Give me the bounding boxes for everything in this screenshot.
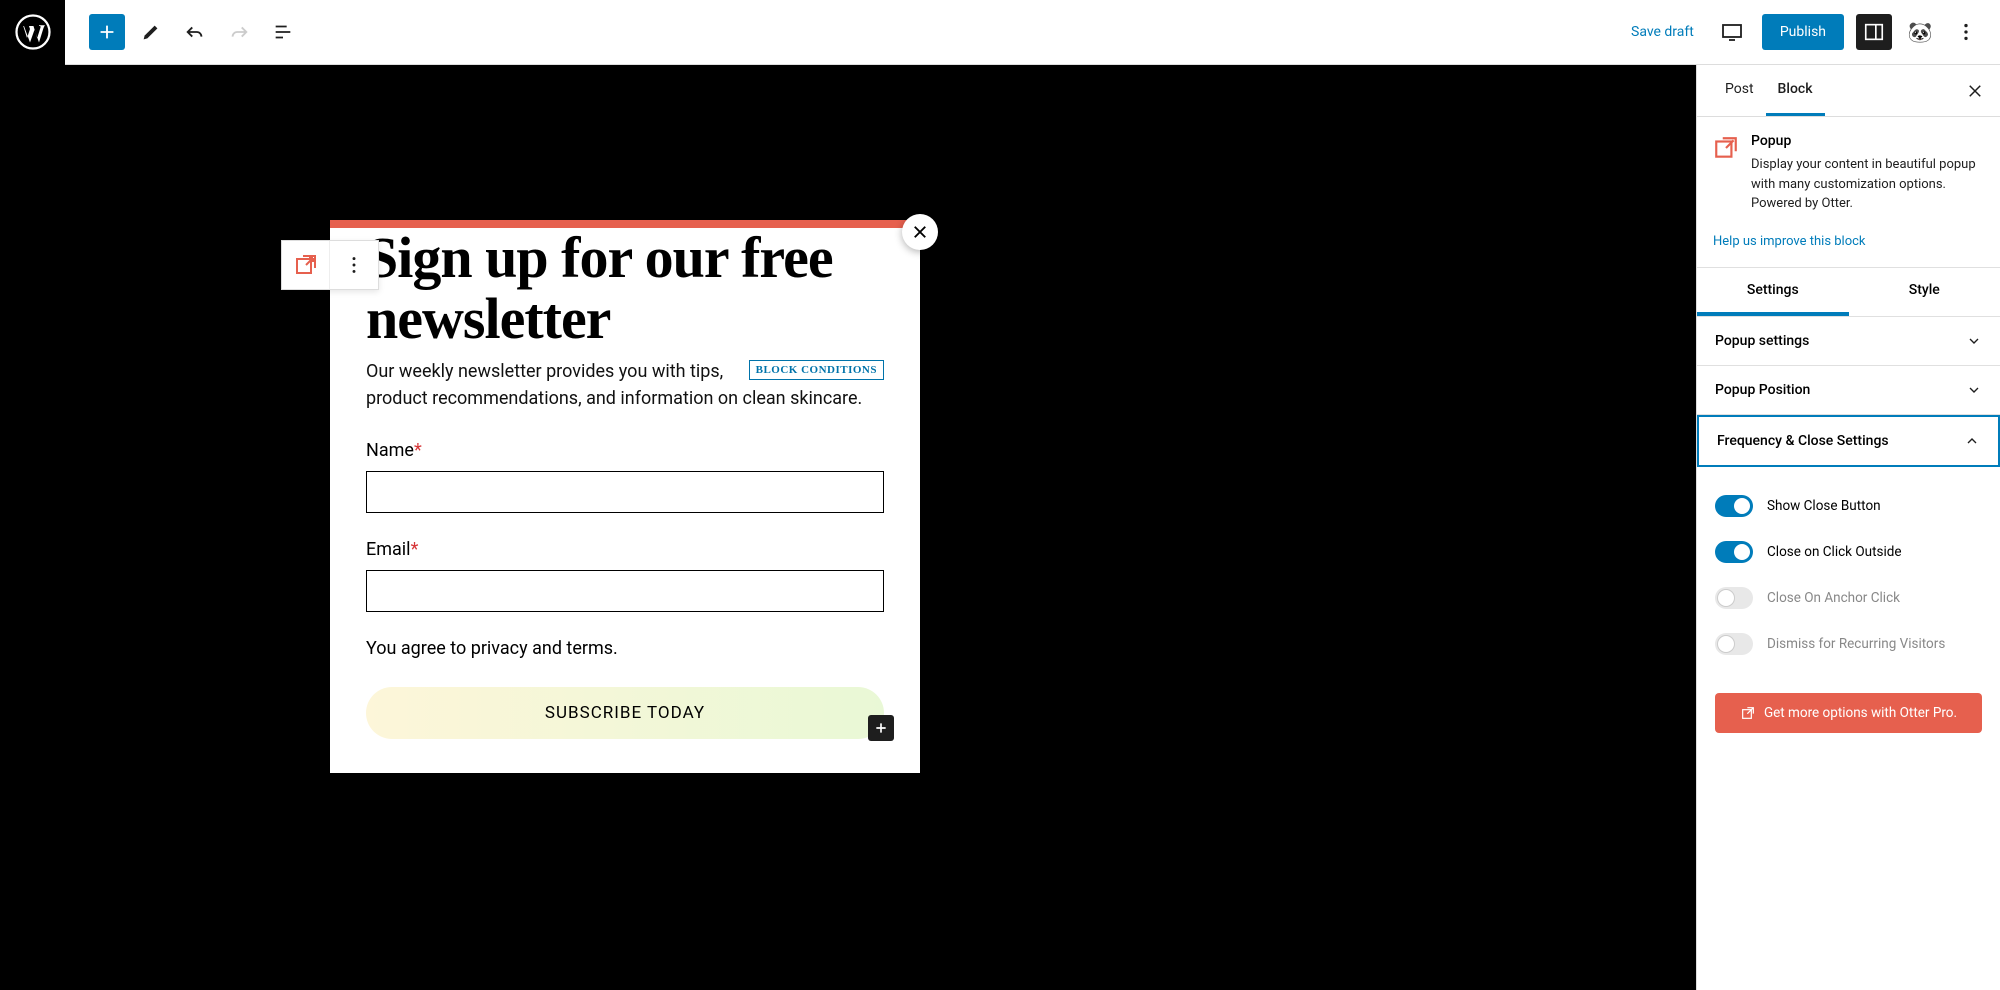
preview-button[interactable]: [1714, 14, 1750, 50]
block-toolbar: [281, 240, 379, 290]
panel-popup-position[interactable]: Popup Position: [1697, 366, 2000, 415]
otter-plugin-icon[interactable]: 🐼: [1904, 16, 1936, 48]
popup-heading[interactable]: Sign up for our free newsletter: [366, 228, 884, 350]
email-field-label: Email*: [366, 539, 884, 560]
popup-block[interactable]: Sign up for our free newsletter BLOCK CO…: [330, 220, 920, 773]
popup-terms-text[interactable]: You agree to privacy and terms.: [366, 638, 884, 659]
toggle-label: Close On Anchor Click: [1767, 590, 1900, 606]
chevron-down-icon: [1966, 333, 1982, 349]
panel-frequency-content: Show Close Button Close on Click Outside…: [1697, 467, 2000, 683]
document-outline-button[interactable]: [265, 14, 301, 50]
otter-pro-cta-label: Get more options with Otter Pro.: [1764, 705, 1957, 721]
name-input[interactable]: [366, 471, 884, 513]
help-improve-link[interactable]: Help us improve this block: [1697, 230, 2000, 267]
popup-close-button[interactable]: [902, 214, 938, 250]
toggle-dismiss-recurring[interactable]: [1715, 633, 1753, 655]
more-options-button[interactable]: [1948, 14, 1984, 50]
external-link-icon: [1740, 705, 1756, 721]
settings-sidebar: Post Block Popup Display your content in…: [1696, 65, 2000, 990]
add-block-button[interactable]: [89, 14, 125, 50]
block-description: Display your content in beautiful popup …: [1751, 155, 1984, 214]
email-input[interactable]: [366, 570, 884, 612]
subscribe-button[interactable]: SUBSCRIBE TODAY: [366, 687, 884, 739]
tab-block[interactable]: Block: [1766, 65, 1825, 116]
toggle-close-click-outside[interactable]: [1715, 541, 1753, 563]
append-block-button[interactable]: [868, 715, 894, 741]
toggle-label: Dismiss for Recurring Visitors: [1767, 636, 1945, 652]
otter-pro-cta[interactable]: Get more options with Otter Pro.: [1715, 693, 1982, 733]
tab-post[interactable]: Post: [1713, 65, 1766, 116]
subscribe-button-label: SUBSCRIBE TODAY: [545, 703, 705, 723]
toggle-label: Show Close Button: [1767, 498, 1881, 514]
name-field-label: Name*: [366, 440, 884, 461]
wordpress-logo[interactable]: [0, 0, 65, 65]
popup-block-icon: [1713, 135, 1739, 161]
toggle-close-anchor-click[interactable]: [1715, 587, 1753, 609]
chevron-up-icon: [1964, 433, 1980, 449]
edit-tool-button[interactable]: [133, 14, 169, 50]
toggle-show-close-button[interactable]: [1715, 495, 1753, 517]
undo-button[interactable]: [177, 14, 213, 50]
chevron-down-icon: [1966, 382, 1982, 398]
save-draft-link[interactable]: Save draft: [1623, 16, 1702, 48]
block-conditions-tag[interactable]: BLOCK CONDITIONS: [749, 360, 884, 380]
block-type-icon[interactable]: [282, 241, 330, 289]
block-more-options[interactable]: [330, 241, 378, 289]
panel-popup-settings[interactable]: Popup settings: [1697, 317, 2000, 366]
redo-button[interactable]: [221, 14, 257, 50]
panel-frequency-close[interactable]: Frequency & Close Settings: [1697, 415, 2000, 467]
toggle-label: Close on Click Outside: [1767, 544, 1902, 560]
settings-subtab-style[interactable]: Style: [1849, 268, 2000, 316]
editor-canvas[interactable]: Sign up for our free newsletter BLOCK CO…: [0, 65, 1696, 990]
editor-top-toolbar: Save draft Publish 🐼: [0, 0, 2000, 65]
publish-button[interactable]: Publish: [1762, 14, 1844, 50]
settings-subtab-settings[interactable]: Settings: [1697, 268, 1849, 316]
block-title: Popup: [1751, 133, 1984, 149]
close-sidebar-button[interactable]: [1966, 82, 1984, 100]
settings-sidebar-toggle[interactable]: [1856, 14, 1892, 50]
